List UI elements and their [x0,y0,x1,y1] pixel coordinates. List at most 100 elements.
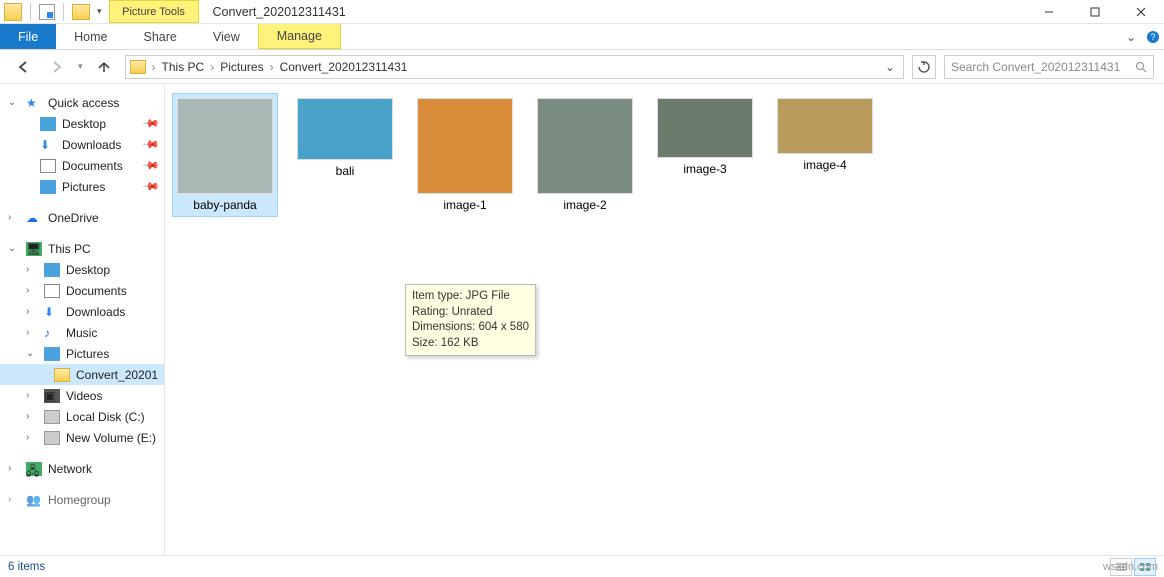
sidebar-item-downloads[interactable]: ›⬇Downloads [0,301,164,322]
sidebar-this-pc[interactable]: ⌄🖥This PC [0,238,164,259]
qat-separator-2 [63,3,64,21]
search-placeholder: Search Convert_202012311431 [951,60,1120,74]
sidebar-item-convert-folder[interactable]: Convert_20201 [0,364,164,385]
sidebar-item-downloads[interactable]: ⬇Downloads📌 [0,134,164,155]
qat-separator [30,3,31,21]
file-thumbnail[interactable]: bali [293,94,397,182]
breadcrumb[interactable]: Convert_202012311431 [280,60,408,74]
file-name-label: image-4 [803,158,846,172]
nav-up-button[interactable] [91,54,117,80]
sidebar-item-label: OneDrive [48,211,99,225]
recent-locations-dropdown[interactable]: ▾ [78,61,83,72]
network-icon: 🖧 [26,462,42,476]
thumbnail-image [777,98,873,154]
breadcrumb[interactable]: Pictures [220,60,263,74]
sidebar-item-local-disk-c[interactable]: ›Local Disk (C:) [0,406,164,427]
status-bar: 6 items [0,555,1164,577]
folder-icon [54,368,70,382]
file-name-label: baby-panda [193,198,256,212]
tab-manage[interactable]: Manage [258,24,341,49]
help-icon[interactable]: ? [1142,24,1164,49]
sidebar-item-pictures[interactable]: Pictures📌 [0,176,164,197]
quick-access-toolbar: ▾ [0,0,109,23]
star-icon: ★ [26,96,42,110]
sidebar-item-desktop[interactable]: Desktop 📌 [0,113,164,134]
title-bar: ▾ Picture Tools Convert_202012311431 [0,0,1164,24]
ribbon-expand-icon[interactable]: ⌄ [1120,24,1142,49]
address-bar[interactable]: › This PC › Pictures › Convert_202012311… [125,55,904,79]
qat-dropdown-icon[interactable]: ▾ [94,6,105,17]
pin-icon: 📌 [142,114,161,133]
sidebar-item-label: Documents [66,284,127,298]
onedrive-icon: ☁ [26,211,42,225]
watermark: wsxdn.com [1103,561,1158,573]
sidebar-homegroup[interactable]: ›👥Homegroup [0,489,164,510]
sidebar-item-label: Local Disk (C:) [66,410,145,424]
pin-icon: 📌 [142,135,161,154]
sidebar-item-label: Downloads [66,305,125,319]
close-button[interactable] [1118,0,1164,24]
tab-file[interactable]: File [0,24,56,49]
sidebar-item-label: New Volume (E:) [66,431,156,445]
nav-forward-button[interactable] [44,54,70,80]
sidebar-item-label: Music [66,326,97,340]
sidebar-item-documents[interactable]: ›Documents [0,280,164,301]
file-list-pane[interactable]: baby-panda bali image-1 image-2 image-3 image… [165,84,1164,555]
desktop-icon [40,117,56,131]
tab-view[interactable]: View [195,24,258,49]
crumb-sep-icon: › [268,60,276,74]
file-thumbnail[interactable]: image-1 [413,94,517,216]
sidebar-item-label: Pictures [66,347,109,361]
address-dropdown-icon[interactable]: ⌄ [881,60,899,74]
status-item-count: 6 items [8,561,45,573]
search-input[interactable]: Search Convert_202012311431 [944,55,1154,79]
sidebar-item-pictures[interactable]: ⌄Pictures [0,343,164,364]
file-thumbnail[interactable]: image-2 [533,94,637,216]
navigation-pane[interactable]: ⌄★Quick access Desktop📌 ⬇Downloads📌 Docu… [0,84,165,555]
sidebar-item-label: Homegroup [48,493,111,507]
tab-share[interactable]: Share [126,24,195,49]
file-thumbnail[interactable]: image-3 [653,94,757,180]
sidebar-network[interactable]: ›🖧Network [0,458,164,479]
breadcrumb[interactable]: This PC [162,60,205,74]
svg-text:?: ? [1150,32,1155,42]
drive-icon [44,410,60,424]
app-folder-icon [4,3,22,21]
sidebar-item-label: Downloads [62,138,121,152]
picture-tools-context-tab: Picture Tools [109,0,199,23]
ribbon-tabs: File Home Share View Manage ⌄ ? [0,24,1164,50]
file-thumbnail[interactable]: baby-panda [173,94,277,216]
picture-tools-label: Picture Tools [122,1,185,23]
tab-home[interactable]: Home [56,24,125,49]
homegroup-icon: 👥 [26,493,42,507]
tooltip-line: Rating: Unrated [412,305,529,321]
crumb-sep-icon: › [150,60,158,74]
sidebar-item-label: This PC [48,242,91,256]
new-folder-icon[interactable] [72,4,90,20]
sidebar-item-desktop[interactable]: ›Desktop [0,259,164,280]
minimize-button[interactable] [1026,0,1072,24]
file-name-label: image-1 [443,198,486,212]
sidebar-item-label: Desktop [62,117,106,131]
sidebar-item-label: Pictures [62,180,105,194]
nav-back-button[interactable] [10,54,36,80]
sidebar-item-new-volume-e[interactable]: ›New Volume (E:) [0,427,164,448]
maximize-button[interactable] [1072,0,1118,24]
sidebar-item-label: Quick access [48,96,119,110]
pin-icon: 📌 [142,156,161,175]
sidebar-quick-access[interactable]: ⌄★Quick access [0,92,164,113]
file-name-label: image-3 [683,162,726,176]
sidebar-item-documents[interactable]: Documents📌 [0,155,164,176]
sidebar-item-music[interactable]: ›♪Music [0,322,164,343]
sidebar-onedrive[interactable]: ›☁OneDrive [0,207,164,228]
explorer-body: ⌄★Quick access Desktop📌 ⬇Downloads📌 Docu… [0,84,1164,555]
crumb-sep-icon: › [208,60,216,74]
sidebar-item-label: Videos [66,389,102,403]
file-thumbnail[interactable]: image-4 [773,94,877,176]
refresh-button[interactable] [912,55,936,79]
sidebar-item-videos[interactable]: ›▣Videos [0,385,164,406]
tooltip-line: Item type: JPG File [412,289,529,305]
pictures-icon [40,180,56,194]
file-tooltip: Item type: JPG File Rating: Unrated Dime… [405,284,536,356]
properties-icon[interactable] [39,4,55,20]
